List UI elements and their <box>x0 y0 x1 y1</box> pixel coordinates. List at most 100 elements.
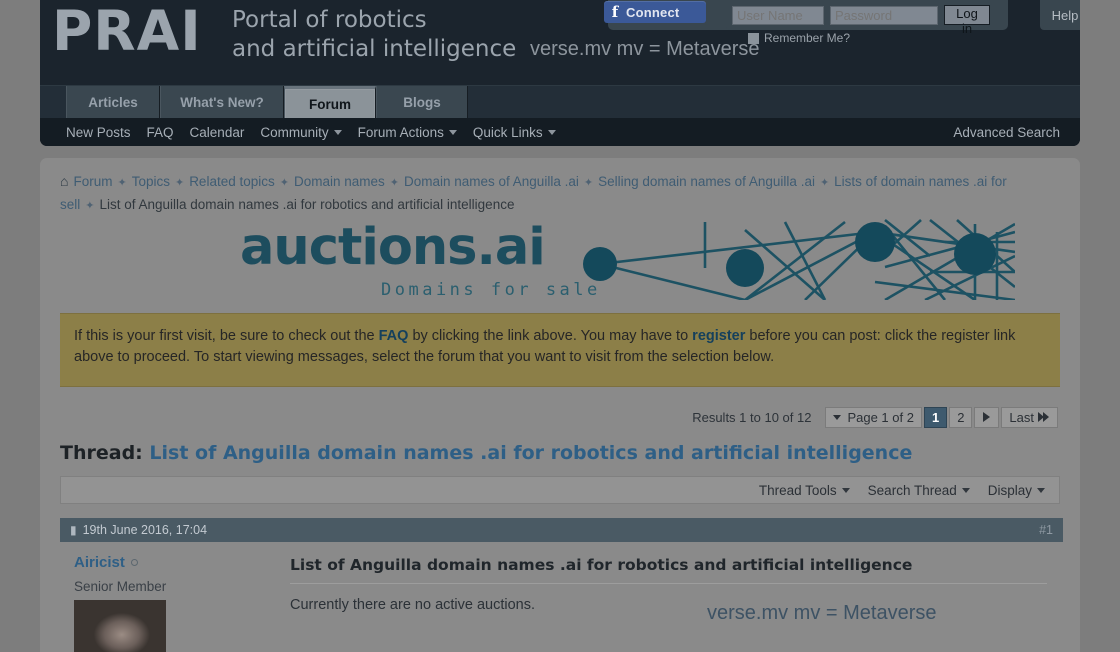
thread-tools-label: Thread Tools <box>759 483 837 498</box>
post-author[interactable]: Airicist <box>74 554 268 571</box>
breadcrumb-separator-icon: ✦ <box>820 177 829 189</box>
advanced-search-label: Advanced Search <box>953 125 1060 140</box>
last-page-label: Last <box>1009 410 1034 425</box>
post-header: ▮ 19th June 2016, 17:04 #1 <box>60 518 1063 542</box>
site-tagline: Portal of robotics and artificial intell… <box>232 6 516 65</box>
facebook-connect-label: Connect <box>626 5 679 20</box>
thread-title-link[interactable]: List of Anguilla domain names .ai for ro… <box>149 442 912 464</box>
chevron-down-icon <box>842 488 850 493</box>
chevron-down-icon <box>1037 488 1045 493</box>
subnav-item-faq[interactable]: FAQ <box>147 125 174 140</box>
chevron-down-icon <box>449 130 457 135</box>
tab-whats-new-label: What's New? <box>180 95 263 110</box>
pagination-results: Results 1 to 10 of 12 <box>692 410 811 425</box>
post-number[interactable]: #1 <box>1039 523 1053 537</box>
username-input[interactable] <box>732 6 824 25</box>
thread-toolbar: Thread Tools Search Thread Display <box>60 476 1060 504</box>
post-content: List of Anguilla domain names .ai for ro… <box>282 542 1063 652</box>
breadcrumb-separator-icon: ✦ <box>117 177 126 189</box>
tab-blogs[interactable]: Blogs <box>376 86 468 119</box>
remember-me-label: Remember Me? <box>764 31 850 45</box>
pagination: Results 1 to 10 of 12 Page 1 of 2 1 2 La… <box>692 406 1060 428</box>
advanced-search-link[interactable]: Advanced Search <box>953 118 1060 146</box>
page-selector[interactable]: Page 1 of 2 <box>825 407 922 428</box>
chevron-down-icon <box>334 130 342 135</box>
breadcrumb-item-domain-names[interactable]: Domain names <box>294 174 385 189</box>
post-user-info: Airicist Senior Member <box>60 542 282 652</box>
page-button-1[interactable]: 1 <box>924 407 947 428</box>
subnav-item-calendar[interactable]: Calendar <box>190 125 245 140</box>
subnav-item-forum-actions[interactable]: Forum Actions <box>358 125 457 140</box>
caret-down-icon <box>833 415 841 420</box>
page-button-2[interactable]: 2 <box>949 407 972 428</box>
breadcrumb-item-forum[interactable]: Forum <box>73 174 112 189</box>
password-input[interactable] <box>830 6 938 25</box>
subnav-item-new-posts[interactable]: New Posts <box>66 125 131 140</box>
chevron-down-icon <box>962 488 970 493</box>
last-page-button[interactable]: Last <box>1001 407 1058 428</box>
site-logo[interactable]: PRAI <box>52 4 202 59</box>
register-link[interactable]: register <box>692 328 745 344</box>
faq-link[interactable]: FAQ <box>379 328 409 344</box>
tab-whats-new[interactable]: What's New? <box>160 86 284 119</box>
breadcrumb-current: List of Anguilla domain names .ai for ro… <box>99 197 514 212</box>
tagline-line-1: Portal of robotics <box>232 6 516 35</box>
tab-forum[interactable]: Forum <box>284 86 376 119</box>
post-subject: List of Anguilla domain names .ai for ro… <box>290 556 1047 584</box>
chevron-down-icon <box>548 130 556 135</box>
subnav-calendar-label: Calendar <box>190 125 245 140</box>
breadcrumb-item-related-topics[interactable]: Related topics <box>189 174 275 189</box>
display-label: Display <box>988 483 1032 498</box>
search-thread-label: Search Thread <box>868 483 957 498</box>
next-page-button[interactable] <box>974 407 999 428</box>
content-panel: ⌂ Forum ✦ Topics ✦ Related topics ✦ Domain name… <box>40 158 1080 652</box>
subnav-community-label: Community <box>260 125 328 140</box>
post-author-title: Senior Member <box>74 579 268 594</box>
offline-dot-icon <box>131 559 138 566</box>
breadcrumb-separator-icon: ✦ <box>280 177 289 189</box>
remember-me-checkbox[interactable] <box>748 33 759 44</box>
subnav-quick-links-label: Quick Links <box>473 125 543 140</box>
page-selector-label: Page 1 of 2 <box>847 410 914 425</box>
logo-row: PRAI Portal of robotics and artificial i… <box>40 0 1080 85</box>
subnav-forum-actions-label: Forum Actions <box>358 125 444 140</box>
breadcrumb-separator-icon: ✦ <box>584 177 593 189</box>
post-body: Airicist Senior Member List of Anguilla … <box>60 542 1063 652</box>
page-root: PRAI Portal of robotics and artificial i… <box>0 0 1120 652</box>
next-arrow-icon <box>982 412 991 422</box>
thread-tools-menu[interactable]: Thread Tools <box>759 483 850 498</box>
avatar[interactable] <box>74 600 166 652</box>
first-visit-notice: If this is your first visit, be sure to … <box>60 313 1060 387</box>
banner-subtitle: Domains for sale <box>381 280 601 300</box>
help-button[interactable]: Help <box>1040 0 1080 30</box>
facebook-f-icon: f <box>604 3 626 21</box>
subnav-item-community[interactable]: Community <box>260 125 341 140</box>
secondary-nav: New Posts FAQ Calendar Community Forum A… <box>40 118 1080 146</box>
breadcrumb-item-domain-names-anguilla[interactable]: Domain names of Anguilla .ai <box>404 174 579 189</box>
breadcrumb: ⌂ Forum ✦ Topics ✦ Related topics ✦ Domain name… <box>60 170 1050 217</box>
notice-part-2: by clicking the link above. You may have… <box>408 328 692 344</box>
breadcrumb-separator-icon: ✦ <box>175 177 184 189</box>
thread-label: Thread: <box>60 442 143 464</box>
breadcrumb-item-selling-domain-names[interactable]: Selling domain names of Anguilla .ai <box>598 174 815 189</box>
breadcrumb-separator-icon: ✦ <box>390 177 399 189</box>
tab-articles[interactable]: Articles <box>66 86 160 119</box>
display-menu[interactable]: Display <box>988 483 1045 498</box>
subnav-item-quick-links[interactable]: Quick Links <box>473 125 556 140</box>
search-thread-menu[interactable]: Search Thread <box>868 483 970 498</box>
banner-title: auctions.ai <box>240 218 545 277</box>
tab-forum-label: Forum <box>309 97 351 112</box>
home-icon[interactable]: ⌂ <box>60 173 68 189</box>
notice-part-1: If this is your first visit, be sure to … <box>74 328 379 344</box>
remember-me-row[interactable]: Remember Me? <box>748 31 850 45</box>
auctions-banner[interactable]: auctions.ai Domains for sale <box>185 212 1015 300</box>
post-date: 19th June 2016, 17:04 <box>83 523 207 537</box>
facebook-connect-button[interactable]: f Connect <box>604 1 706 23</box>
post-author-label: Airicist <box>74 554 125 571</box>
overlay-text-post: verse.mv mv = Metaverse <box>707 602 937 625</box>
breadcrumb-item-topics[interactable]: Topics <box>132 174 170 189</box>
overlay-text-header: verse.mv mv = Metaverse <box>530 38 760 61</box>
login-button[interactable]: Log in <box>944 5 990 25</box>
tab-articles-label: Articles <box>88 95 138 110</box>
subnav-faq-label: FAQ <box>147 125 174 140</box>
